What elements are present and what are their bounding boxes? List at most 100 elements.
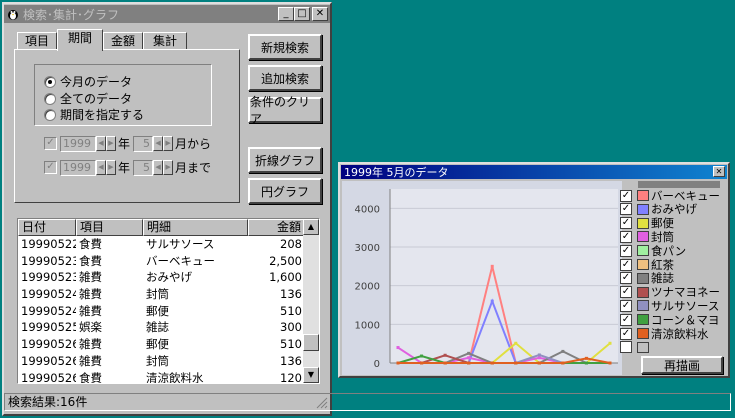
pie-graph-button[interactable]: 円グラフ [248,178,322,204]
legend-checkbox[interactable]: ✓ [620,244,632,257]
legend-item[interactable]: ✓ 清涼飲料水 [620,327,720,341]
legend-item[interactable]: ✓ 紅茶 [620,258,720,272]
data-point [443,361,447,365]
table-row[interactable]: 19990526 雑費 郵便 510 [18,336,319,353]
cell-item: 雑費 [79,353,102,368]
legend-checkbox[interactable]: ✓ [620,203,632,216]
line-graph-button[interactable]: 折線グラフ [248,147,322,173]
graph-titlebar[interactable]: 1999年 5月のデータ ✕ [341,165,727,179]
maximize-button[interactable]: □ [294,7,310,21]
new-search-button[interactable]: 新規検索 [248,34,322,60]
data-point [420,354,424,358]
to-month-up-arrow[interactable]: ▶ [163,160,174,175]
cell-detail: おみやげ [146,270,192,285]
range-to-checkbox[interactable]: ✓ [44,161,57,174]
scroll-thumb[interactable] [303,334,319,351]
y-tick-label: 4000 [355,204,380,215]
legend-swatch [637,300,649,312]
legend-item[interactable]: ✓ おみやげ [620,202,720,216]
data-point [537,356,541,360]
tab-summary[interactable]: 集計 [143,32,187,50]
status-text: 検索結果:16件 [8,395,88,409]
radio-all-data[interactable]: 全てのデータ [44,90,132,107]
header-item[interactable]: 項目 [76,219,143,236]
data-point [584,356,588,360]
radio-label: 期間を指定する [60,108,145,122]
table-row[interactable]: 19990526 食費 清涼飲料水 120 [18,370,319,384]
legend-swatch [637,286,649,298]
from-month-up-arrow[interactable]: ▶ [163,136,174,151]
to-month-down-arrow[interactable]: ◀ [153,160,164,175]
graph-window-title: 1999年 5月のデータ [344,166,449,179]
close-button[interactable]: ✕ [312,7,328,21]
table-row[interactable]: 19990523 雑費 おみやげ 1,600 [18,269,319,286]
cell-date: 19990523 [21,270,76,285]
cell-item: 食費 [79,370,102,384]
legend-item[interactable]: ✓ バーベキュー [620,189,720,203]
cell-date: 19990525 [21,320,76,335]
table-row[interactable]: 19990524 雑費 封筒 136 [18,286,319,303]
legend-item[interactable]: ✓ 雑誌 [620,271,720,285]
table-row[interactable]: 19990523 食費 バーベキュー 2,500 [18,253,319,270]
tab-amount[interactable]: 金額 [103,32,143,50]
legend-swatch [637,245,649,257]
legend-item[interactable]: ✓ コーン＆マヨ [620,313,720,327]
scroll-down-arrow[interactable]: ▼ [303,367,319,383]
to-month-field[interactable]: 5 [133,159,154,176]
main-titlebar[interactable]: 検索･集計･グラフ _ □ ✕ [4,5,330,23]
legend-item[interactable]: ✓ 郵便 [620,216,720,230]
redraw-button[interactable]: 再描画 [641,356,723,374]
tab-items[interactable]: 項目 [17,32,57,50]
legend-item[interactable]: ✓ ツナマヨネー [620,285,720,299]
table-row[interactable]: 19990525 娯楽 雑誌 300 [18,319,319,336]
from-year-up-arrow[interactable]: ▶ [106,136,116,151]
legend-swatch [637,203,649,215]
header-amount[interactable]: 金額 [248,219,305,236]
cell-amount: 208 [280,237,302,251]
legend-checkbox[interactable]: ✓ [620,230,632,243]
legend-checkbox[interactable]: ✓ [620,258,632,271]
graph-close-button[interactable]: ✕ [713,166,725,177]
header-detail[interactable]: 明細 [143,219,248,236]
legend-item[interactable]: ✓ サルサソース [620,299,720,313]
data-point [561,349,565,353]
from-year-down-arrow[interactable]: ◀ [96,136,106,151]
tab-period[interactable]: 期間 [57,29,103,51]
legend-checkbox[interactable]: ✓ [620,217,632,230]
add-search-button[interactable]: 追加検索 [248,65,322,91]
legend-checkbox[interactable]: ✓ [620,313,632,326]
to-year-up-arrow[interactable]: ▶ [106,160,116,175]
table-row[interactable]: 19990524 雑費 郵便 510 [18,303,319,320]
table-row[interactable]: 19990522 食費 サルサソース 208 [18,236,319,253]
data-point [467,351,471,355]
from-year-field[interactable]: 1999 [60,135,96,152]
scroll-up-arrow[interactable]: ▲ [303,219,319,235]
legend-checkbox[interactable]: ✓ [620,189,632,202]
clear-conditions-button[interactable]: 条件のクリア [248,95,322,126]
header-date[interactable]: 日付 [18,219,76,236]
legend-checkbox[interactable] [620,341,632,354]
legend-item[interactable]: ✓ 食パン [620,244,720,258]
vertical-scrollbar[interactable]: ▲ ▼ [303,219,319,383]
to-year-field[interactable]: 1999 [60,159,96,176]
minimize-button[interactable]: _ [278,7,294,21]
legend-checkbox[interactable]: ✓ [620,272,632,285]
resize-grip-icon[interactable] [316,397,328,409]
radio-specify-period[interactable]: 期間を指定する [44,106,144,123]
legend-checkbox[interactable]: ✓ [620,286,632,299]
from-month-field[interactable]: 5 [133,135,154,152]
radio-this-month[interactable]: 今月のデータ [44,73,132,90]
legend-item[interactable] [620,341,720,354]
legend-checkbox[interactable]: ✓ [620,327,632,340]
from-month-down-arrow[interactable]: ◀ [153,136,164,151]
range-from-checkbox[interactable]: ✓ [44,137,57,150]
to-year-down-arrow[interactable]: ◀ [96,160,106,175]
cell-amount: 136 [280,353,302,368]
legend-item[interactable]: ✓ 封筒 [620,230,720,244]
table-row[interactable]: 19990526 雑費 封筒 136 [18,353,319,370]
legend-swatch [637,217,649,229]
legend-checkbox[interactable]: ✓ [620,299,632,312]
table-body: 19990522 食費 サルサソース 208 19990523 食費 バーベキュー 2,500… [18,236,319,384]
cell-date: 19990523 [21,253,76,268]
cell-item: 娯楽 [79,320,102,335]
